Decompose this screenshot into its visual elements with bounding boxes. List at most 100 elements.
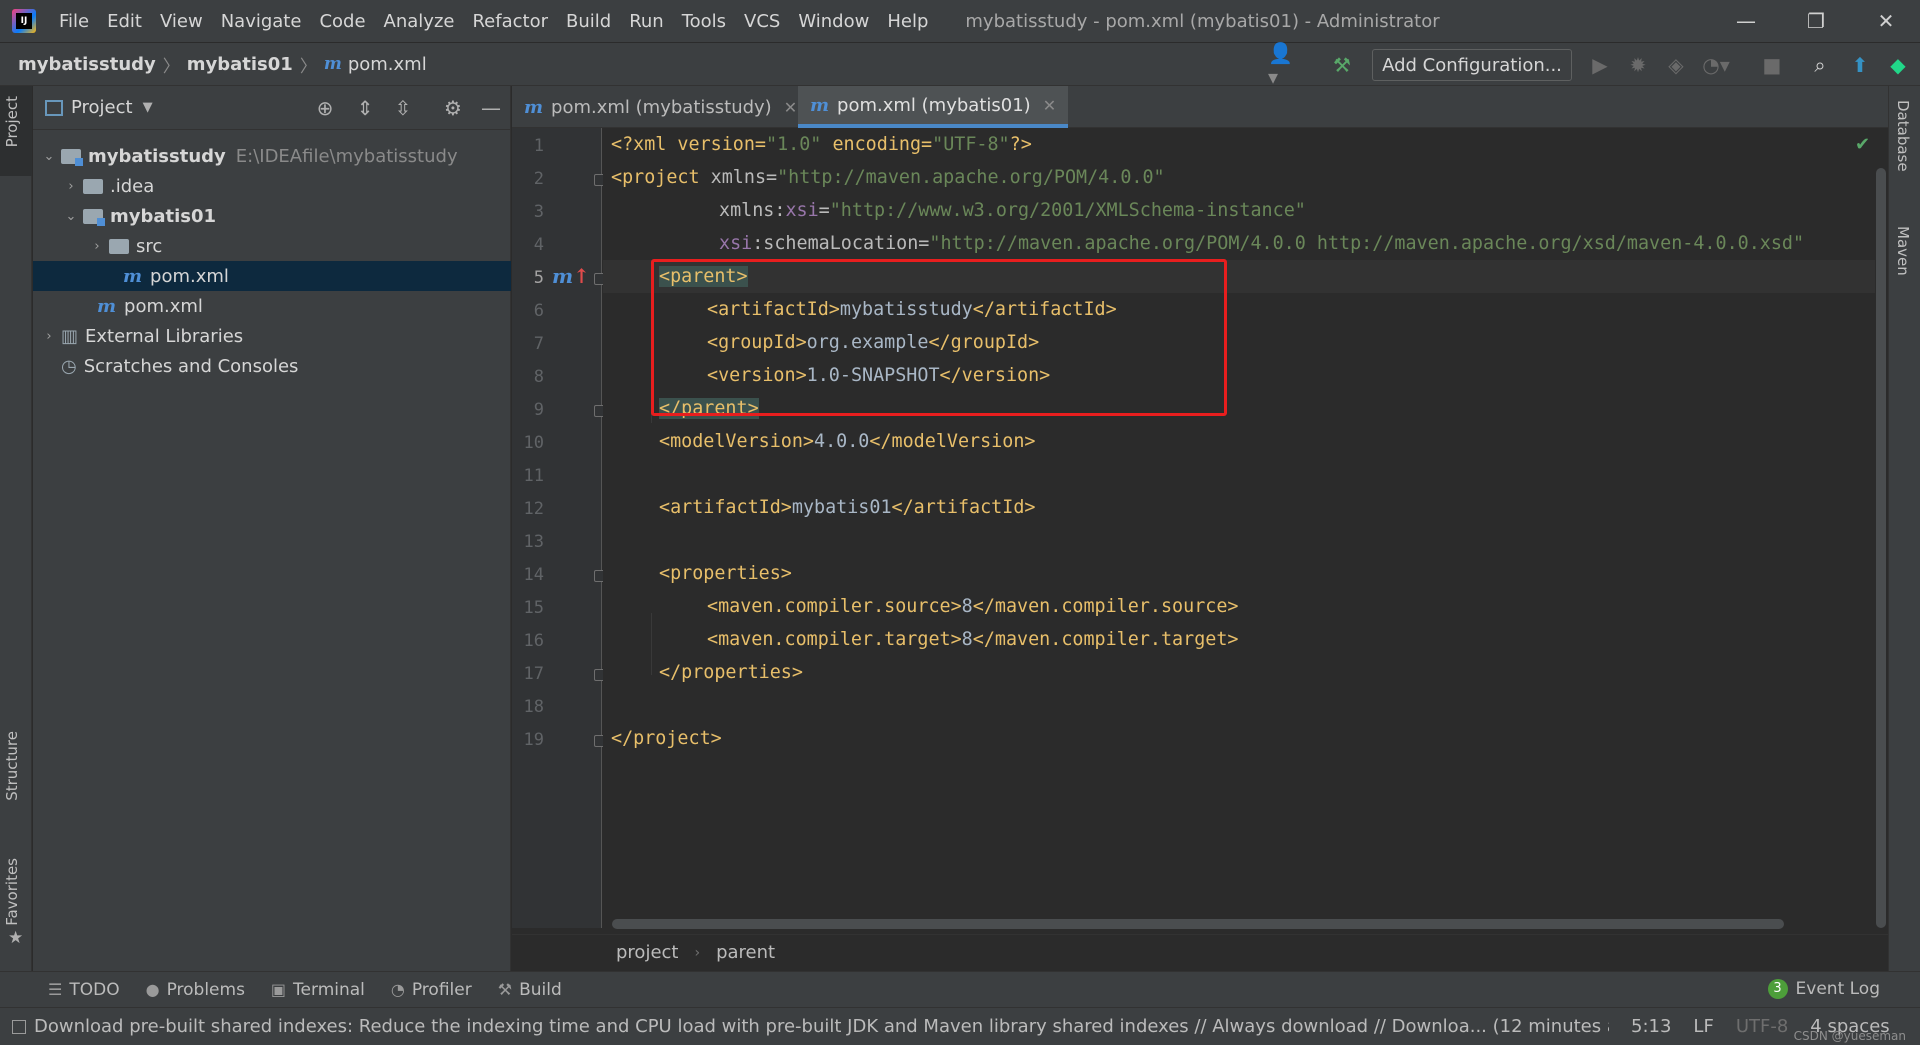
database-tool-tab[interactable]: Database — [1894, 100, 1912, 172]
menu-vcs[interactable]: VCS — [744, 11, 780, 32]
maven-parent-gutter-icon[interactable]: m↑ — [552, 264, 590, 288]
close-icon[interactable]: ✕ — [784, 98, 797, 117]
tree-item-root-pom[interactable]: m pom.xml — [33, 291, 511, 321]
problems-tool-button[interactable]: ● Problems — [146, 980, 245, 1000]
close-icon[interactable]: ✕ — [1043, 96, 1056, 115]
menu-build[interactable]: Build — [566, 11, 611, 32]
gear-icon[interactable]: ⚙ — [439, 94, 467, 122]
menu-code[interactable]: Code — [319, 11, 365, 32]
nav-crumb-module[interactable]: mybatis01 — [187, 54, 293, 75]
tree-item-idea[interactable]: › .idea — [33, 171, 511, 201]
line-number: 2 — [533, 169, 544, 189]
favorites-tool-tab[interactable]: Favorites — [3, 858, 21, 926]
menu-edit[interactable]: Edit — [107, 11, 142, 32]
tab-module-pom[interactable]: m pom.xml (mybatis01) ✕ — [798, 86, 1069, 128]
tree-item-module-pom[interactable]: m pom.xml — [33, 261, 511, 291]
chevron-down-icon[interactable]: ⌄ — [41, 149, 57, 164]
line-number: 3 — [533, 202, 544, 222]
terminal-icon: ▣ — [270, 980, 287, 999]
watermark: CSDN @yueseman — [1793, 1029, 1906, 1043]
event-count-badge: 3 — [1767, 979, 1788, 999]
maven-tool-tab[interactable]: Maven — [1894, 226, 1912, 276]
menu-view[interactable]: View — [160, 11, 203, 32]
tree-item-scratches[interactable]: ◷ Scratches and Consoles — [33, 351, 511, 381]
tree-item-mybatis01[interactable]: ⌄ mybatis01 — [33, 201, 511, 231]
code-line-4: xsi:schemaLocation= "http://maven.apache.… — [719, 233, 1805, 254]
stop-icon[interactable]: ■ — [1758, 51, 1786, 79]
build-tool-button[interactable]: ⚒ Build — [498, 980, 562, 1000]
menu-analyze[interactable]: Analyze — [384, 11, 455, 32]
restore-button[interactable]: ❐ — [1786, 0, 1846, 42]
file-encoding[interactable]: UTF-8 — [1736, 1016, 1788, 1037]
line-number: 15 — [523, 598, 544, 618]
project-panel: Project ▼ ⊕ ⇕ ⇳ ⚙ — ⌄ mybatisstudy E:\ID… — [33, 86, 511, 971]
menu-refactor[interactable]: Refactor — [472, 11, 548, 32]
chevron-right-icon[interactable]: › — [63, 179, 79, 194]
code-line-10: <modelVersion> 4.0.0 </modelVersion> — [659, 431, 1036, 452]
structure-tool-tab[interactable]: Structure — [3, 731, 21, 801]
left-tool-strip: Project Structure Favorites ★ — [0, 86, 32, 971]
terminal-tool-button[interactable]: ▣ Terminal — [271, 980, 365, 1000]
code-editor[interactable]: ✔ 💡 <?xml version="1.0" encoding="UTF-8"… — [603, 128, 1875, 918]
plugin-icon[interactable]: ◆ — [1884, 51, 1912, 79]
code-line-17: </properties> — [659, 662, 803, 683]
chevron-right-icon[interactable]: › — [41, 329, 57, 344]
locate-file-icon[interactable]: ⊕ — [311, 94, 339, 122]
tree-item-src[interactable]: › src — [33, 231, 511, 261]
menu-help[interactable]: Help — [887, 11, 928, 32]
profile-icon[interactable]: ◔▾ — [1702, 51, 1730, 79]
window-title: mybatisstudy - pom.xml (mybatis01) - Adm… — [965, 10, 1440, 32]
hide-panel-icon[interactable]: — — [477, 94, 505, 122]
chevron-down-icon[interactable]: ▼ — [143, 100, 153, 115]
coverage-icon[interactable]: ◈ — [1662, 51, 1690, 79]
project-view-selector[interactable]: Project — [71, 97, 133, 118]
run-icon[interactable]: ▶ — [1586, 51, 1614, 79]
status-message[interactable]: Download pre-built shared indexes: Reduc… — [34, 1016, 1609, 1037]
minimize-button[interactable]: — — [1716, 0, 1776, 42]
build-hammer-icon[interactable]: ⚒ — [1328, 51, 1356, 79]
vertical-scrollbar[interactable] — [1876, 168, 1886, 928]
update-icon[interactable]: ⬆ — [1846, 51, 1874, 79]
checkmark-icon: ✔ — [1855, 134, 1871, 155]
add-configuration-button[interactable]: Add Configuration... — [1372, 49, 1572, 81]
line-number: 14 — [523, 565, 544, 585]
code-line-3: xmlns: xsi = "http://www.w3.org/2001/XMLSch… — [719, 200, 1306, 221]
scratches-icon: ◷ — [61, 355, 77, 377]
right-tool-strip: Database Maven — [1888, 86, 1920, 971]
breadcrumb-parent[interactable]: parent — [716, 942, 775, 963]
code-line-12: <artifactId> mybatis01 </artifactId> — [659, 497, 1036, 518]
breadcrumb-project[interactable]: project — [616, 942, 678, 963]
tree-item-external-libraries[interactable]: › ▥ External Libraries — [33, 321, 511, 351]
editor-breadcrumb: project › parent — [512, 934, 1888, 970]
event-log-button[interactable]: 3 Event Log — [1767, 979, 1880, 999]
menu-tools[interactable]: Tools — [682, 11, 726, 32]
project-tool-tab[interactable]: Project — [3, 96, 21, 147]
tree-item-mybatisstudy[interactable]: ⌄ mybatisstudy E:\IDEAfile\mybatisstudy — [33, 141, 511, 171]
todo-tool-button[interactable]: ☰ TODO — [48, 980, 120, 1000]
line-number: 10 — [523, 433, 544, 453]
intellij-logo-icon: IJ — [12, 9, 36, 33]
nav-crumb-file[interactable]: pom.xml — [348, 54, 427, 75]
toggle-tool-windows-icon[interactable] — [12, 1019, 26, 1034]
menu-run[interactable]: Run — [629, 11, 664, 32]
user-account-icon[interactable]: 👤▾ — [1268, 41, 1296, 89]
profiler-tool-button[interactable]: ◔ Profiler — [391, 980, 472, 1000]
nav-crumb-project[interactable]: mybatisstudy — [18, 54, 156, 75]
close-window-button[interactable]: ✕ — [1856, 0, 1916, 42]
expand-all-icon[interactable]: ⇕ — [351, 94, 379, 122]
horizontal-scrollbar[interactable] — [612, 919, 1784, 929]
tab-root-pom[interactable]: m pom.xml (mybatisstudy) ✕ — [512, 86, 809, 128]
caret-position[interactable]: 5:13 — [1631, 1016, 1671, 1037]
menu-window[interactable]: Window — [798, 11, 869, 32]
line-separator[interactable]: LF — [1693, 1016, 1713, 1037]
list-icon: ☰ — [48, 980, 63, 999]
menu-file[interactable]: File — [59, 11, 89, 32]
search-icon[interactable]: ⌕ — [1806, 51, 1834, 79]
debug-icon[interactable]: ✹ — [1624, 51, 1652, 79]
chevron-right-icon[interactable]: › — [89, 239, 105, 254]
maven-file-icon: m — [123, 265, 143, 287]
menu-navigate[interactable]: Navigate — [221, 11, 302, 32]
chevron-down-icon[interactable]: ⌄ — [63, 209, 79, 224]
collapse-all-icon[interactable]: ⇳ — [389, 94, 417, 122]
code-line-14: <properties> — [659, 563, 792, 584]
